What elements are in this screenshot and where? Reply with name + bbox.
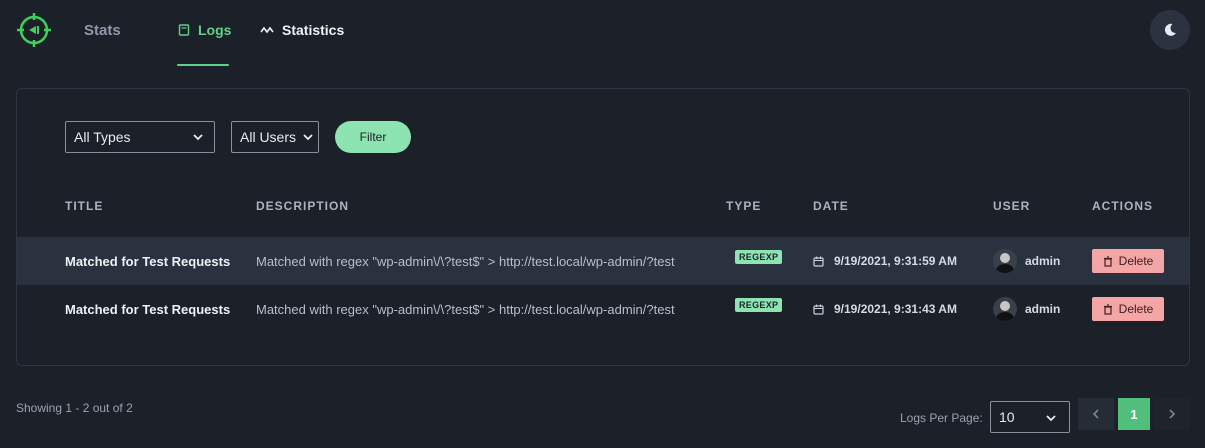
log-description: Matched with regex "wp-admin\/\?test$" >… <box>256 301 675 317</box>
delete-button-label: Delete <box>1118 254 1154 268</box>
log-description: Matched with regex "wp-admin\/\?test$" >… <box>256 253 675 269</box>
column-header-title: TITLE <box>65 199 104 213</box>
log-title: Matched for Test Requests <box>65 301 231 317</box>
chevron-down-icon <box>303 134 313 141</box>
log-actions: Delete <box>1092 237 1164 285</box>
table-row: Matched for Test Requests Matched with r… <box>17 285 1189 333</box>
type-badge: REGEXP <box>735 298 783 312</box>
trash-icon <box>1103 255 1112 267</box>
user-select-value: All Users <box>240 129 297 145</box>
tab-logs-label: Logs <box>198 22 232 38</box>
next-page-button[interactable] <box>1154 398 1190 430</box>
column-header-actions: ACTIONS <box>1092 199 1153 213</box>
chevron-down-icon <box>1046 415 1056 422</box>
column-header-type: TYPE <box>726 199 762 213</box>
column-header-description: DESCRIPTION <box>256 199 350 213</box>
filter-button[interactable]: Filter <box>335 121 411 153</box>
per-page-select[interactable]: 10 <box>990 401 1070 433</box>
activity-icon <box>260 26 274 34</box>
avatar <box>993 249 1017 273</box>
trash-icon <box>1103 303 1112 315</box>
log-user[interactable]: admin <box>993 285 1060 333</box>
user-select[interactable]: All Users <box>231 121 319 153</box>
calendar-icon <box>813 304 824 315</box>
delete-button[interactable]: Delete <box>1092 249 1164 273</box>
page-button-1[interactable]: 1 <box>1118 398 1150 430</box>
per-page-label: Logs Per Page: <box>900 411 983 425</box>
log-type: REGEXP <box>735 233 783 281</box>
chevron-down-icon <box>193 134 203 141</box>
avatar <box>993 297 1017 321</box>
type-badge: REGEXP <box>735 250 783 264</box>
brand-title[interactable]: Stats <box>84 22 121 39</box>
moon-icon <box>1164 23 1176 36</box>
column-header-user: USER <box>993 199 1031 213</box>
log-actions: Delete <box>1092 285 1164 333</box>
log-user-name: admin <box>1025 302 1061 316</box>
previous-page-button[interactable] <box>1078 398 1114 430</box>
book-icon <box>178 24 190 36</box>
log-date: 9/19/2021, 9:31:43 AM <box>813 285 957 333</box>
log-date-text: 9/19/2021, 9:31:59 AM <box>834 254 957 268</box>
theme-toggle-button[interactable] <box>1150 10 1190 50</box>
delete-button-label: Delete <box>1118 302 1154 316</box>
log-date-text: 9/19/2021, 9:31:43 AM <box>834 302 957 316</box>
table-row: Matched for Test Requests Matched with r… <box>17 237 1189 285</box>
log-title: Matched for Test Requests <box>65 253 231 269</box>
chevron-left-icon <box>1092 409 1099 419</box>
delete-button[interactable]: Delete <box>1092 297 1164 321</box>
pagination-summary: Showing 1 - 2 out of 2 <box>16 401 133 415</box>
log-user[interactable]: admin <box>993 237 1060 285</box>
tab-statistics-label: Statistics <box>282 22 345 38</box>
calendar-icon <box>813 256 824 267</box>
type-select[interactable]: All Types <box>65 121 215 153</box>
logs-card: All Types All Users Filter TITLE DESCRIP… <box>16 88 1190 366</box>
chevron-right-icon <box>1169 409 1176 419</box>
active-tab-indicator <box>177 64 229 66</box>
column-header-date: DATE <box>813 199 849 213</box>
log-user-name: admin <box>1025 254 1061 268</box>
top-nav: Stats Logs Statistics <box>0 0 1205 66</box>
tab-statistics[interactable]: Statistics <box>260 22 344 38</box>
logo-icon[interactable] <box>16 12 52 48</box>
type-select-value: All Types <box>74 129 131 145</box>
log-date: 9/19/2021, 9:31:59 AM <box>813 237 957 285</box>
per-page-value: 10 <box>999 409 1015 425</box>
log-type: REGEXP <box>735 281 783 329</box>
tab-logs[interactable]: Logs <box>178 22 231 38</box>
